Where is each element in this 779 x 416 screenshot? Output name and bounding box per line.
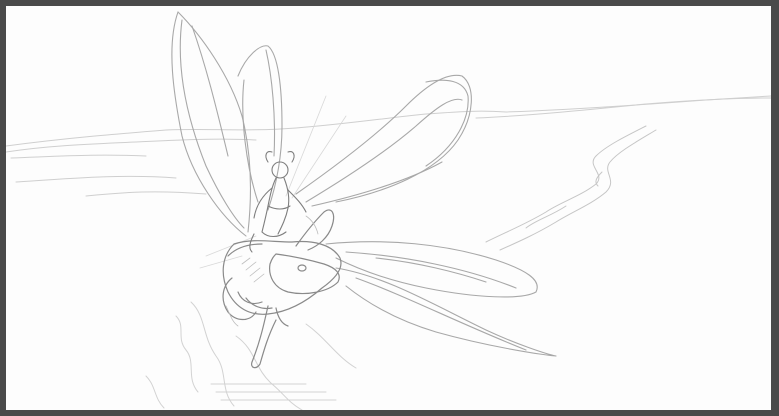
- guide-lines: [199, 95, 347, 269]
- upper-wings: [171, 11, 283, 237]
- window-frame: [0, 0, 779, 416]
- mount-creature: [222, 209, 342, 369]
- ground-lines: [145, 301, 357, 410]
- drawing-canvas[interactable]: [6, 6, 771, 410]
- horizon-lines: [6, 95, 771, 197]
- river-lines: [485, 125, 657, 251]
- pencil-sketch-artwork: [6, 11, 771, 410]
- tail-wing: [295, 74, 472, 207]
- lower-wing: [325, 241, 557, 357]
